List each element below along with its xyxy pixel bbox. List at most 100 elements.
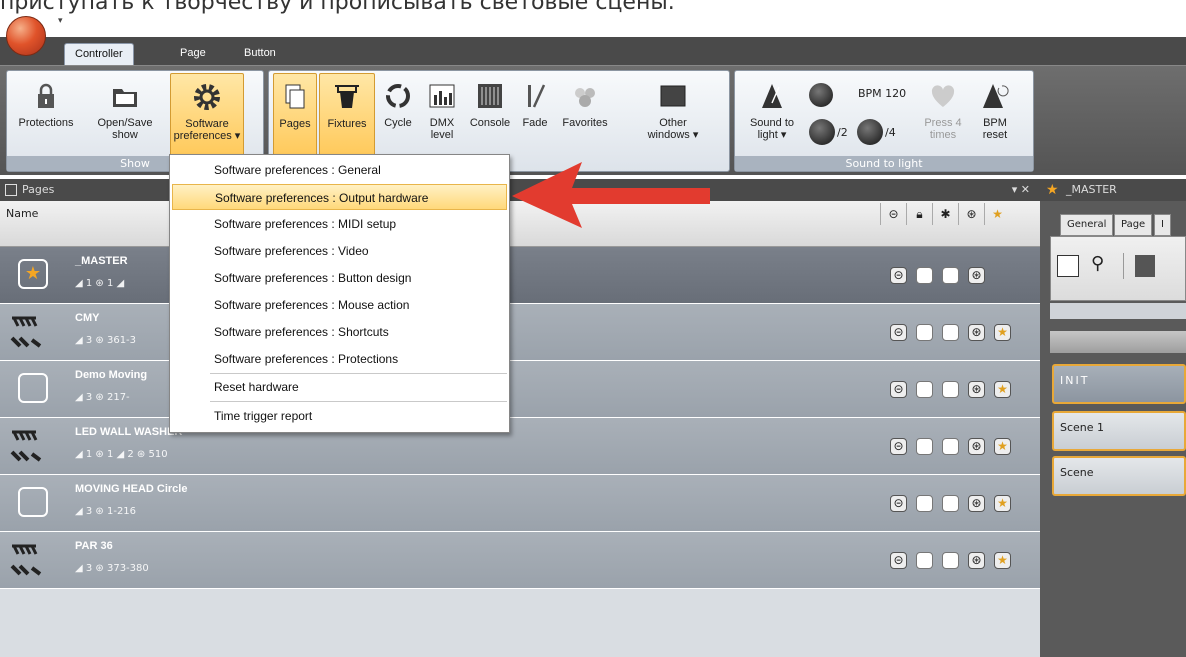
pages-button[interactable]: Pages bbox=[273, 73, 317, 157]
row-controls: ⊝ ⊛ ★ bbox=[890, 552, 1040, 572]
dmx-level-icon bbox=[429, 84, 455, 108]
pages-panel-title: Pages bbox=[22, 183, 55, 196]
open-save-button[interactable]: Open/Save show bbox=[87, 73, 163, 157]
asterisk-checkbox[interactable] bbox=[942, 438, 959, 455]
list-item[interactable]: CMY ◢ 3 ⊛ 361-3 ⊝ ⊛ ★ bbox=[0, 304, 1040, 361]
lock-checkbox[interactable] bbox=[916, 381, 933, 398]
asterisk-checkbox[interactable] bbox=[942, 495, 959, 512]
dmx-toggle[interactable]: ⊛ bbox=[968, 324, 985, 341]
master-section-bar bbox=[1050, 331, 1186, 353]
star-toggle[interactable]: ★ bbox=[994, 495, 1011, 512]
menu-item-output-hardware[interactable]: Software preferences : Output hardware bbox=[172, 184, 507, 210]
metronome-reset-icon bbox=[983, 84, 1009, 108]
search-icon[interactable]: ⚲ bbox=[1091, 253, 1104, 274]
app-logo[interactable] bbox=[6, 16, 46, 56]
asterisk-checkbox[interactable] bbox=[942, 324, 959, 341]
moving-head-icon bbox=[8, 483, 56, 523]
quick-access-icon[interactable]: ▾ bbox=[58, 16, 63, 26]
sound-to-light-button[interactable]: Sound to light ▾ bbox=[737, 73, 807, 157]
visibility-column-icon[interactable]: ⊝ bbox=[880, 203, 906, 225]
menu-item-mouse-action[interactable]: Software preferences : Mouse action bbox=[172, 292, 507, 318]
menu-item-general[interactable]: Software preferences : General bbox=[172, 157, 507, 183]
lock-column-icon[interactable]: 🔒︎ bbox=[906, 203, 932, 225]
list-item[interactable]: Demo Moving ◢ 3 ⊛ 217- ⊝ ⊛ ★ bbox=[0, 361, 1040, 418]
bpm-readout: BPM 120 bbox=[858, 87, 907, 100]
lock-checkbox[interactable] bbox=[916, 267, 933, 284]
lock-checkbox[interactable] bbox=[916, 552, 933, 569]
protections-button[interactable]: Protections bbox=[11, 73, 81, 157]
column-name: Name bbox=[6, 207, 39, 220]
page-caption: приступать к творчеству и прописывать св… bbox=[0, 0, 1186, 24]
pages-list: ★ _MASTER ◢ 1 ⊛ 1 ◢ ⊝ ⊛ CMY ◢ 3 ⊛ 361-3 … bbox=[0, 247, 1040, 657]
list-item[interactable]: ★ _MASTER ◢ 1 ⊛ 1 ◢ ⊝ ⊛ bbox=[0, 247, 1040, 304]
tab-page[interactable]: Page bbox=[1114, 214, 1153, 236]
favorites-button[interactable]: Favorites bbox=[555, 73, 615, 157]
dmx-level-button[interactable]: DMX level bbox=[421, 73, 463, 157]
pages-icon bbox=[285, 84, 305, 109]
tap-button-top[interactable] bbox=[809, 83, 833, 107]
tab-page[interactable]: Page bbox=[170, 43, 216, 65]
window-icon[interactable] bbox=[1057, 255, 1079, 277]
dmx-toggle[interactable]: ⊛ bbox=[968, 267, 985, 284]
asterisk-column-icon[interactable]: ✱ bbox=[932, 203, 958, 225]
panel-close-icon[interactable]: ▾ ✕ bbox=[1012, 179, 1030, 201]
divide-4-button[interactable] bbox=[857, 119, 883, 145]
star-toggle[interactable]: ★ bbox=[994, 552, 1011, 569]
console-button[interactable]: Console bbox=[465, 73, 515, 157]
dmx-toggle[interactable]: ⊛ bbox=[968, 495, 985, 512]
dmx-toggle[interactable]: ⊛ bbox=[968, 438, 985, 455]
pages-icon bbox=[5, 184, 17, 196]
press-4-times-button[interactable]: Press 4 times bbox=[921, 73, 965, 157]
software-preferences-menu: Software preferences : General Software … bbox=[169, 154, 510, 433]
lock-checkbox[interactable] bbox=[916, 324, 933, 341]
fade-button[interactable]: Fade bbox=[517, 73, 553, 157]
dmx-column-icon[interactable]: ⊛ bbox=[958, 203, 984, 225]
lock-checkbox[interactable] bbox=[916, 495, 933, 512]
star-toggle[interactable]: ★ bbox=[994, 438, 1011, 455]
tab-controller[interactable]: Controller bbox=[64, 43, 134, 65]
panel-icon[interactable] bbox=[1135, 255, 1155, 277]
list-item[interactable]: MOVING HEAD Circle ◢ 3 ⊛ 1-216 ⊝ ⊛ ★ bbox=[0, 475, 1040, 532]
other-windows-button[interactable]: Other windows ▾ bbox=[641, 73, 705, 157]
master-panel-header: ★ _MASTER bbox=[1040, 179, 1186, 201]
menu-item-reset-hardware[interactable]: Reset hardware bbox=[172, 374, 507, 400]
visibility-toggle[interactable]: ⊝ bbox=[890, 438, 907, 455]
star-toggle[interactable]: ★ bbox=[994, 324, 1011, 341]
list-item[interactable]: LED WALL WASHER ◢ 1 ⊛ 1 ◢ 2 ⊛ 510 ⊝ ⊛ ★ bbox=[0, 418, 1040, 475]
fixtures-button[interactable]: Fixtures bbox=[319, 73, 375, 157]
lock-checkbox[interactable] bbox=[916, 438, 933, 455]
ribbon-tabbar: Controller Page Button bbox=[0, 37, 1186, 65]
menu-item-protections[interactable]: Software preferences : Protections bbox=[172, 346, 507, 372]
menu-item-video[interactable]: Software preferences : Video bbox=[172, 238, 507, 264]
dmx-toggle[interactable]: ⊛ bbox=[968, 552, 985, 569]
visibility-toggle[interactable]: ⊝ bbox=[890, 267, 907, 284]
asterisk-checkbox[interactable] bbox=[942, 552, 959, 569]
scene-1[interactable]: Scene 1 bbox=[1052, 411, 1186, 451]
tab-general[interactable]: General bbox=[1060, 214, 1114, 236]
menu-item-button-design[interactable]: Software preferences : Button design bbox=[172, 265, 507, 291]
cycle-button[interactable]: Cycle bbox=[377, 73, 419, 157]
visibility-toggle[interactable]: ⊝ bbox=[890, 495, 907, 512]
list-item[interactable]: PAR 36 ◢ 3 ⊛ 373-380 ⊝ ⊛ ★ bbox=[0, 532, 1040, 589]
metronome-icon bbox=[762, 84, 782, 108]
scene-2[interactable]: Scene bbox=[1052, 456, 1186, 496]
moving-head-icon bbox=[8, 369, 56, 409]
scene-init[interactable]: INIT bbox=[1052, 364, 1186, 404]
visibility-toggle[interactable]: ⊝ bbox=[890, 552, 907, 569]
bpm-reset-button[interactable]: BPM reset bbox=[973, 73, 1017, 157]
visibility-toggle[interactable]: ⊝ bbox=[890, 324, 907, 341]
software-preferences-button[interactable]: Software preferences ▾ bbox=[170, 73, 244, 157]
master-subbar bbox=[1050, 303, 1186, 319]
tab-more[interactable]: I bbox=[1154, 214, 1171, 236]
dmx-toggle[interactable]: ⊛ bbox=[968, 381, 985, 398]
asterisk-checkbox[interactable] bbox=[942, 267, 959, 284]
divide-2-button[interactable] bbox=[809, 119, 835, 145]
menu-item-midi-setup[interactable]: Software preferences : MIDI setup bbox=[172, 211, 507, 237]
visibility-toggle[interactable]: ⊝ bbox=[890, 381, 907, 398]
star-toggle[interactable]: ★ bbox=[994, 381, 1011, 398]
menu-item-time-trigger-report[interactable]: Time trigger report bbox=[172, 403, 507, 429]
menu-item-shortcuts[interactable]: Software preferences : Shortcuts bbox=[172, 319, 507, 345]
star-column-icon[interactable]: ★ bbox=[984, 203, 1010, 225]
tab-button[interactable]: Button bbox=[234, 43, 286, 65]
asterisk-checkbox[interactable] bbox=[942, 381, 959, 398]
